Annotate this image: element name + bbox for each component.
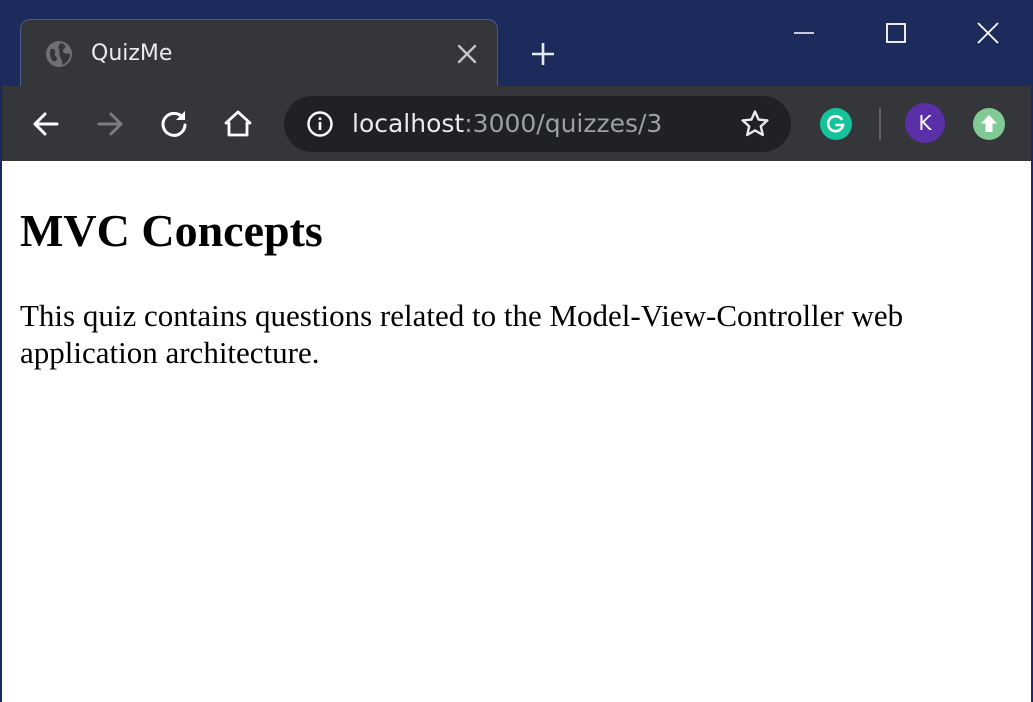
minimize-icon[interactable] bbox=[786, 16, 822, 52]
url-host: localhost bbox=[352, 109, 465, 138]
grammarly-icon[interactable] bbox=[820, 108, 852, 140]
home-icon[interactable] bbox=[220, 106, 256, 142]
globe-icon bbox=[45, 40, 73, 68]
close-tab-icon[interactable] bbox=[455, 42, 479, 66]
back-arrow-icon[interactable] bbox=[28, 106, 64, 142]
browser-tab[interactable]: QuizMe bbox=[20, 19, 498, 87]
reload-icon[interactable] bbox=[156, 106, 192, 142]
tab-strip: QuizMe bbox=[2, 2, 1031, 87]
close-window-icon[interactable] bbox=[970, 16, 1006, 52]
address-bar[interactable]: localhost:3000/quizzes/3 bbox=[284, 96, 791, 152]
url-path: :3000/quizzes/3 bbox=[464, 109, 663, 138]
toolbar-divider bbox=[879, 108, 881, 140]
page-content: MVC Concepts This quiz contains question… bbox=[2, 161, 1031, 702]
update-arrow-icon[interactable] bbox=[973, 108, 1005, 140]
browser-toolbar: localhost:3000/quizzes/3 K bbox=[2, 86, 1031, 161]
forward-arrow-icon[interactable] bbox=[92, 106, 128, 142]
profile-avatar[interactable]: K bbox=[905, 103, 945, 143]
tab-title: QuizMe bbox=[91, 41, 173, 66]
url-text[interactable]: localhost:3000/quizzes/3 bbox=[352, 108, 662, 140]
maximize-icon[interactable] bbox=[878, 16, 914, 52]
star-icon[interactable] bbox=[739, 108, 771, 140]
page-title: MVC Concepts bbox=[20, 205, 323, 256]
browser-window: QuizMe localhost:3000/quizzes/3 K MVC Co… bbox=[0, 0, 1033, 702]
new-tab-icon[interactable] bbox=[528, 39, 558, 69]
site-info-icon[interactable] bbox=[306, 110, 334, 138]
page-description: This quiz contains questions related to … bbox=[20, 298, 904, 370]
